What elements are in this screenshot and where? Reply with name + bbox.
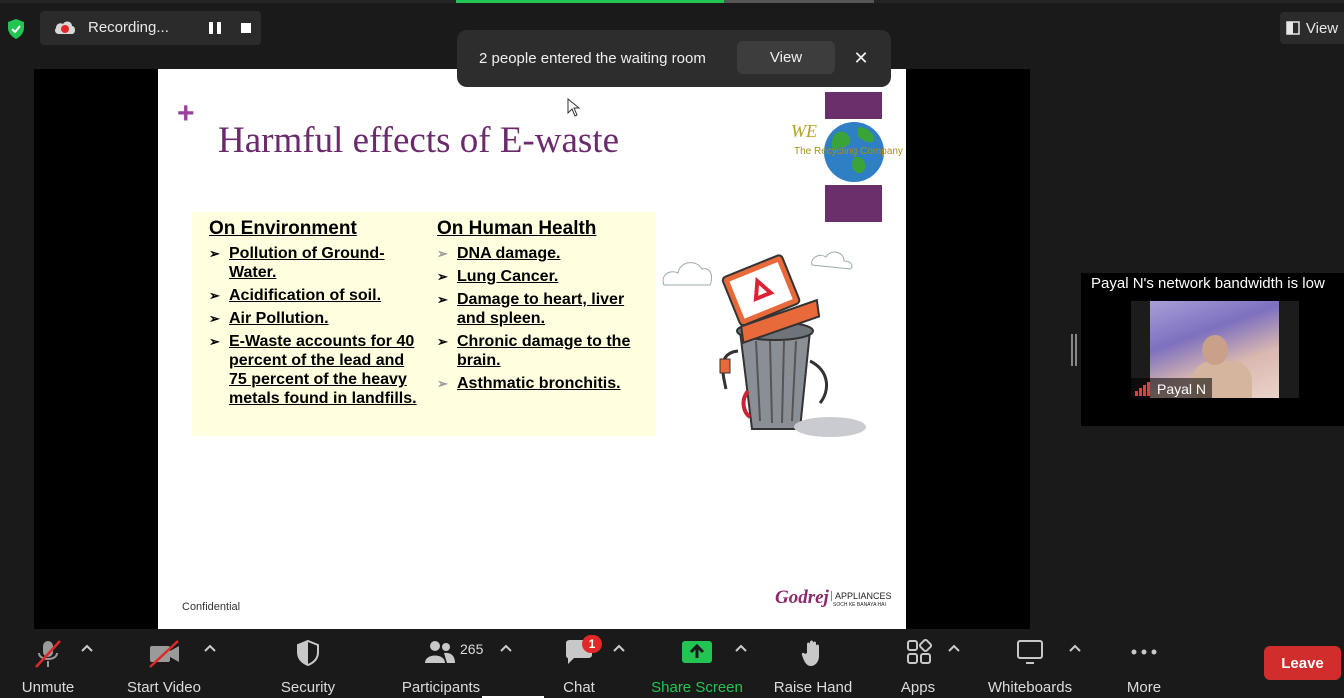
raise-hand-icon: [801, 640, 819, 666]
list-item: DNA damage.: [437, 244, 652, 263]
shield-icon: [297, 639, 319, 667]
view-layout-icon: [1286, 21, 1300, 35]
meeting-toolbar: Unmute Start Video Security 265 Particip…: [0, 629, 1344, 698]
active-speaker-bar: [456, 0, 724, 3]
list-item: Lung Cancer.: [437, 267, 652, 286]
recording-label: Recording...: [88, 19, 169, 36]
laptop-in-trash-can-illustration: [662, 251, 866, 437]
godrej-brand-logo: Godrej APPLIANCES SOCH KE BANAYA HAI: [775, 587, 895, 613]
logo-we-text: WE: [791, 121, 817, 141]
share-options-chevron-icon[interactable]: [734, 643, 748, 653]
participant-face: [1202, 335, 1228, 365]
presentation-slide: + Harmful effects of E-waste WE The Recy…: [158, 69, 906, 629]
raise-hand-button[interactable]: Raise Hand: [772, 635, 854, 696]
participants-options-chevron-icon[interactable]: [499, 643, 513, 653]
participants-label: Participants: [401, 679, 481, 696]
list-item: Asthmatic bronchitis.: [437, 374, 652, 393]
list-item: Chronic damage to the brain.: [437, 332, 652, 370]
apps-button[interactable]: Apps: [896, 635, 940, 696]
stop-recording-icon[interactable]: [236, 18, 256, 38]
audio-options-chevron-icon[interactable]: [80, 643, 94, 653]
bandwidth-warning: Payal N's network bandwidth is low: [1091, 275, 1325, 292]
raise-hand-label: Raise Hand: [773, 679, 853, 696]
list-item: Air Pollution.: [209, 309, 419, 328]
health-list: DNA damage. Lung Cancer. Damage to heart…: [437, 244, 652, 393]
confidential-label: Confidential: [182, 601, 241, 613]
share-screen-label: Share Screen: [651, 679, 743, 696]
microphone-muted-icon: [35, 640, 61, 668]
share-screen-icon: [682, 641, 712, 663]
encryption-shield-icon[interactable]: [6, 18, 26, 40]
list-item: Acidification of soil.: [209, 286, 419, 305]
apps-label: Apps: [900, 679, 936, 696]
logo-block-top: [825, 92, 882, 119]
participant-video-panel: Payal N's network bandwidth is low Payal…: [1081, 273, 1344, 426]
more-button[interactable]: More: [1120, 635, 1168, 696]
list-item: Pollution of Ground-Water.: [209, 244, 419, 282]
start-video-button[interactable]: Start Video: [122, 635, 206, 696]
security-label: Security: [280, 679, 336, 696]
view-label: View: [1305, 19, 1339, 37]
effects-content-box: On Environment Pollution of Ground-Water…: [192, 212, 656, 436]
slide-title: Harmful effects of E-waste: [218, 120, 620, 161]
waiting-room-notification: 2 people entered the waiting room View ✕: [457, 30, 891, 87]
mouse-cursor-icon: [567, 98, 581, 117]
cloud-recording-icon: [55, 21, 75, 34]
share-screen-button[interactable]: Share Screen: [650, 635, 744, 696]
environment-list: Pollution of Ground-Water. Acidification…: [209, 244, 419, 408]
brand-tagline: APPLIANCES: [831, 591, 892, 601]
more-dots-icon: [1131, 649, 1157, 655]
apps-grid-icon: [907, 639, 932, 664]
notification-text: 2 people entered the waiting room: [479, 50, 706, 67]
panel-resize-handle[interactable]: [1071, 334, 1077, 366]
more-label: More: [1126, 679, 1162, 696]
logo-company-text: The Recycling Company: [794, 146, 903, 157]
participants-button[interactable]: 265 Participants: [398, 635, 484, 696]
chat-unread-badge: 1: [582, 635, 602, 653]
chat-label: Chat: [563, 679, 595, 696]
participants-icon: [425, 641, 455, 663]
chat-options-chevron-icon[interactable]: [612, 643, 626, 653]
top-progress-line: [0, 0, 1344, 3]
notification-view-button[interactable]: View: [737, 41, 835, 74]
participant-name: Payal N: [1157, 381, 1207, 397]
unmute-button[interactable]: Unmute: [12, 635, 84, 696]
security-button[interactable]: Security: [274, 635, 342, 696]
health-column: On Human Health DNA damage. Lung Cancer.…: [437, 218, 652, 397]
logo-block-bottom: [825, 185, 882, 222]
slide-plus-mark: +: [177, 97, 195, 130]
whiteboards-options-chevron-icon[interactable]: [1068, 643, 1082, 653]
video-camera-muted-icon: [149, 640, 179, 668]
list-item: Damage to heart, liver and spleen.: [437, 290, 652, 328]
top-bar-segment: [724, 0, 874, 3]
participants-count: 265: [460, 641, 484, 657]
whiteboards-button[interactable]: Whiteboards: [984, 635, 1076, 696]
unmute-label: Unmute: [21, 679, 75, 696]
view-layout-button[interactable]: View: [1280, 12, 1344, 44]
whiteboards-label: Whiteboards: [987, 679, 1073, 696]
environment-column: On Environment Pollution of Ground-Water…: [209, 218, 419, 412]
participant-name-tag: Payal N: [1131, 378, 1213, 398]
start-video-label: Start Video: [127, 679, 201, 696]
pause-recording-icon[interactable]: [205, 18, 225, 38]
brand-subtagline: SOCH KE BANAYA HAI: [833, 602, 886, 608]
apps-options-chevron-icon[interactable]: [947, 643, 961, 653]
video-tile[interactable]: Payal N: [1131, 301, 1299, 398]
video-options-chevron-icon[interactable]: [203, 643, 217, 653]
close-icon[interactable]: ✕: [851, 48, 871, 68]
recording-indicator: Recording...: [40, 11, 261, 45]
chat-button[interactable]: 1 Chat: [556, 635, 602, 696]
health-heading: On Human Health: [437, 218, 597, 239]
environment-heading: On Environment: [209, 218, 357, 239]
list-item: E-Waste accounts for 40 percent of the l…: [209, 332, 419, 408]
whiteboard-icon: [1017, 640, 1043, 664]
signal-strength-icon: [1135, 382, 1150, 396]
brand-name: Godrej: [775, 587, 829, 608]
leave-button[interactable]: Leave: [1264, 646, 1341, 680]
